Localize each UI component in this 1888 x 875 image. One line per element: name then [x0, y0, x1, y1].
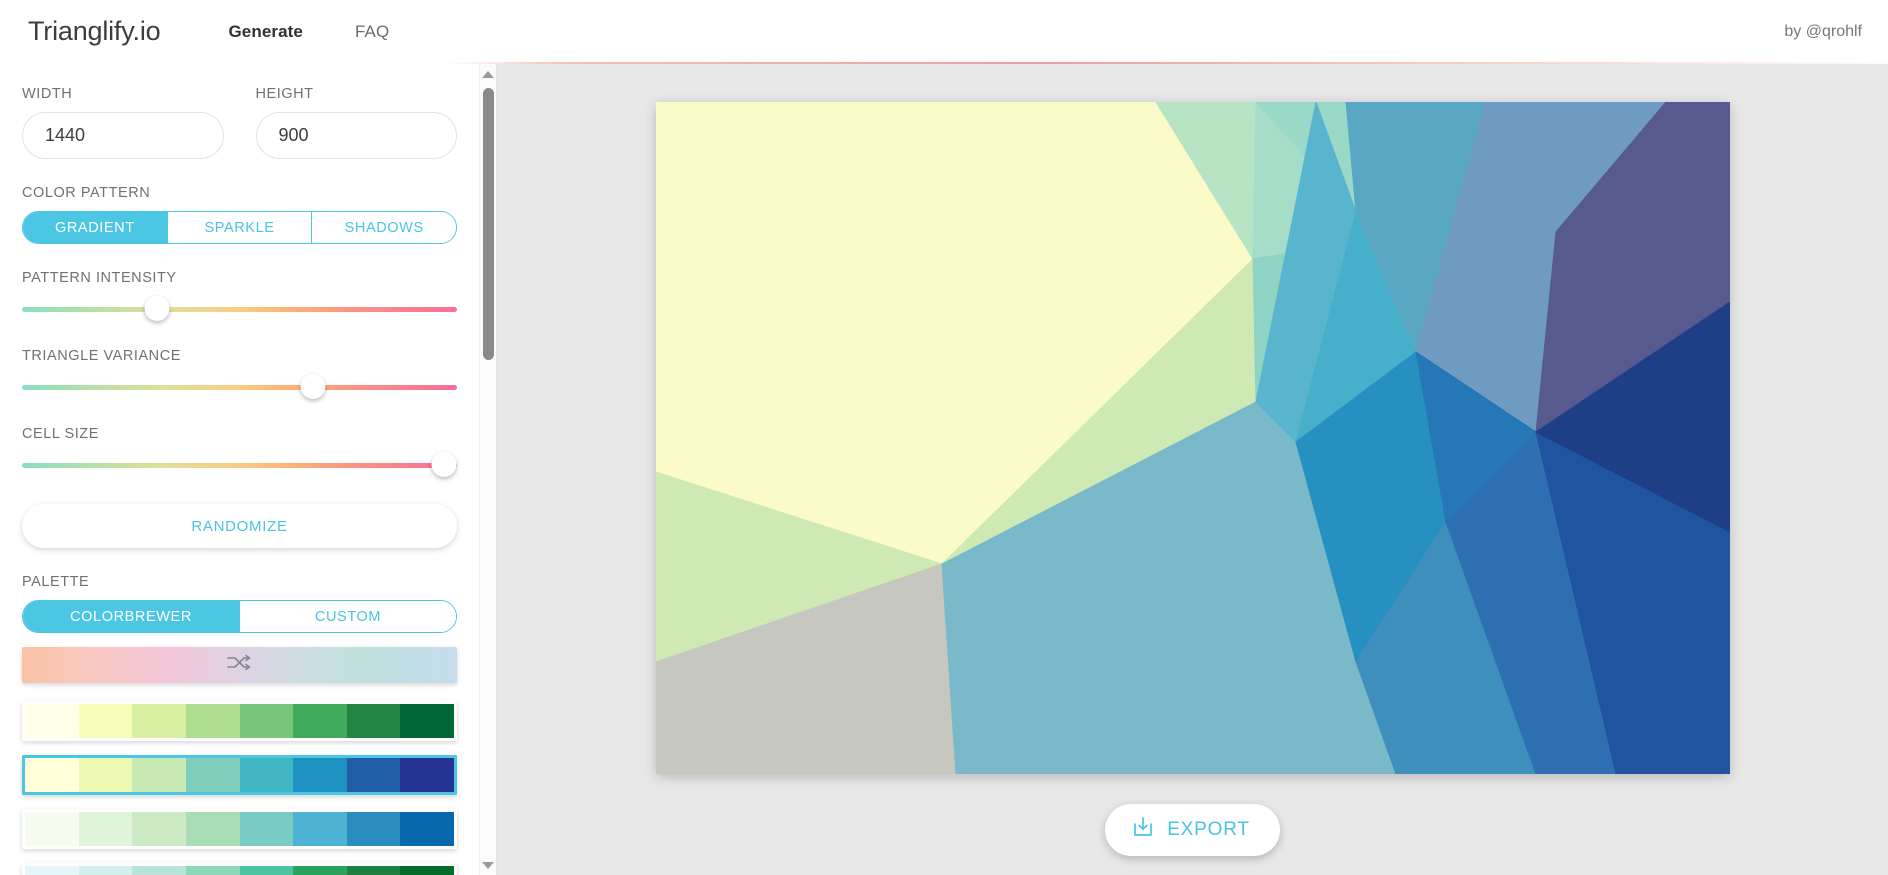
palette-color-4: [239, 704, 294, 738]
palette-color-1: [78, 866, 133, 875]
palette-color-6: [346, 866, 401, 875]
palette-shuffle-bar[interactable]: [22, 647, 457, 683]
palette-swatch-list: [22, 701, 457, 875]
height-label: HEIGHT: [255, 86, 314, 102]
height-input[interactable]: [255, 112, 457, 159]
palette-swatch-ylgnbu[interactable]: [22, 755, 457, 795]
palette-color-4: [239, 758, 294, 792]
palette-color-7: [400, 758, 454, 792]
palette-color-3: [185, 704, 240, 738]
trianglify-artwork[interactable]: [655, 102, 1730, 774]
pattern-intensity-knob[interactable]: [144, 296, 170, 321]
cell-size-knob[interactable]: [431, 452, 457, 477]
palette-swatch-bugn[interactable]: [22, 863, 457, 875]
palette-color-2: [132, 704, 186, 738]
cell-size-slider[interactable]: [22, 452, 457, 478]
app-body: WIDTH HEIGHT COLOR PATTERN GRADIENT SPAR…: [0, 64, 1888, 875]
randomize-button[interactable]: RANDOMIZE: [22, 504, 457, 548]
color-pattern-option-sparkle[interactable]: SPARKLE: [167, 212, 313, 243]
palette-color-5: [293, 704, 347, 738]
sidebar: WIDTH HEIGHT COLOR PATTERN GRADIENT SPAR…: [0, 64, 497, 875]
width-input[interactable]: [22, 112, 224, 159]
export-button[interactable]: EXPORT: [1105, 804, 1280, 856]
palette-color-7: [400, 704, 454, 738]
palette-color-2: [132, 812, 186, 846]
triangle-variance-label: TRIANGLE VARIANCE: [22, 348, 181, 364]
triangle-variance-knob[interactable]: [300, 374, 326, 399]
export-label: EXPORT: [1167, 819, 1250, 840]
palette-swatch-gnbu[interactable]: [22, 809, 457, 849]
palette-color-6: [346, 812, 401, 846]
app-header: Trianglify.io Generate FAQ by @qrohlf: [0, 0, 1888, 64]
palette-color-0: [25, 866, 79, 875]
palette-color-1: [78, 812, 133, 846]
sidebar-scrollbar[interactable]: [479, 64, 496, 875]
cell-size-group: CELL SIZE: [22, 426, 457, 478]
chevron-up-icon: [482, 70, 494, 78]
cell-size-label: CELL SIZE: [22, 426, 99, 442]
palette-color-4: [239, 866, 294, 875]
triangle-variance-group: TRIANGLE VARIANCE: [22, 348, 457, 400]
palette-group: PALETTE COLORBREWER CUSTOM: [22, 574, 457, 875]
dimensions-row: WIDTH HEIGHT: [22, 86, 457, 159]
color-pattern-option-gradient[interactable]: GRADIENT: [23, 212, 168, 243]
author-byline: by @qrohlf: [1784, 22, 1862, 40]
randomize-group: RANDOMIZE: [22, 504, 457, 548]
sidebar-scroll-content: WIDTH HEIGHT COLOR PATTERN GRADIENT SPAR…: [0, 64, 479, 875]
palette-option-custom[interactable]: CUSTOM: [240, 601, 456, 632]
scrollbar-up-button[interactable]: [480, 66, 496, 82]
palette-color-7: [400, 812, 454, 846]
nav-link-generate[interactable]: Generate: [228, 22, 303, 42]
palette-color-3: [185, 866, 240, 875]
download-icon: [1131, 815, 1155, 845]
chevron-down-icon: [482, 861, 494, 869]
palette-color-7: [400, 866, 454, 875]
color-pattern-label: COLOR PATTERN: [22, 185, 151, 201]
palette-color-4: [239, 812, 294, 846]
palette-color-5: [293, 866, 347, 875]
palette-color-6: [346, 704, 401, 738]
palette-option-colorbrewer[interactable]: COLORBREWER: [23, 601, 240, 632]
scrollbar-thumb[interactable]: [483, 88, 494, 360]
triangle-variance-slider[interactable]: [22, 374, 457, 400]
main-nav: Generate FAQ: [228, 22, 389, 42]
width-field-group: WIDTH: [22, 86, 224, 159]
nav-link-faq[interactable]: FAQ: [355, 22, 389, 42]
palette-color-2: [132, 866, 186, 875]
app-root: Trianglify.io Generate FAQ by @qrohlf WI…: [0, 0, 1888, 875]
palette-color-6: [346, 758, 401, 792]
palette-swatch-ylgn[interactable]: [22, 701, 457, 741]
palette-color-1: [78, 758, 133, 792]
color-pattern-group: COLOR PATTERN GRADIENT SPARKLE SHADOWS: [22, 185, 457, 244]
pattern-intensity-label: PATTERN INTENSITY: [22, 270, 177, 286]
palette-segmented-control: COLORBREWER CUSTOM: [22, 600, 457, 633]
scrollbar-down-button[interactable]: [480, 857, 496, 873]
palette-color-1: [78, 704, 133, 738]
palette-color-2: [132, 758, 186, 792]
palette-color-0: [25, 812, 79, 846]
palette-label: PALETTE: [22, 574, 90, 590]
color-pattern-segmented-control: GRADIENT SPARKLE SHADOWS: [22, 211, 457, 244]
shuffle-icon: [226, 654, 253, 677]
color-pattern-option-shadows[interactable]: SHADOWS: [312, 212, 456, 243]
palette-color-5: [293, 812, 347, 846]
trianglify-preview-frame: [655, 102, 1730, 774]
width-label: WIDTH: [22, 86, 73, 102]
brand-title: Trianglify.io: [28, 16, 161, 46]
cell-size-track: [22, 463, 457, 468]
pattern-intensity-track: [22, 307, 457, 312]
palette-color-0: [25, 758, 79, 792]
preview-area: EXPORT: [497, 64, 1888, 875]
palette-color-3: [185, 758, 240, 792]
palette-color-0: [25, 704, 79, 738]
height-field-group: HEIGHT: [255, 86, 457, 159]
pattern-intensity-slider[interactable]: [22, 296, 457, 322]
palette-color-3: [185, 812, 240, 846]
palette-color-5: [293, 758, 347, 792]
triangle-variance-track: [22, 385, 457, 390]
pattern-intensity-group: PATTERN INTENSITY: [22, 270, 457, 322]
